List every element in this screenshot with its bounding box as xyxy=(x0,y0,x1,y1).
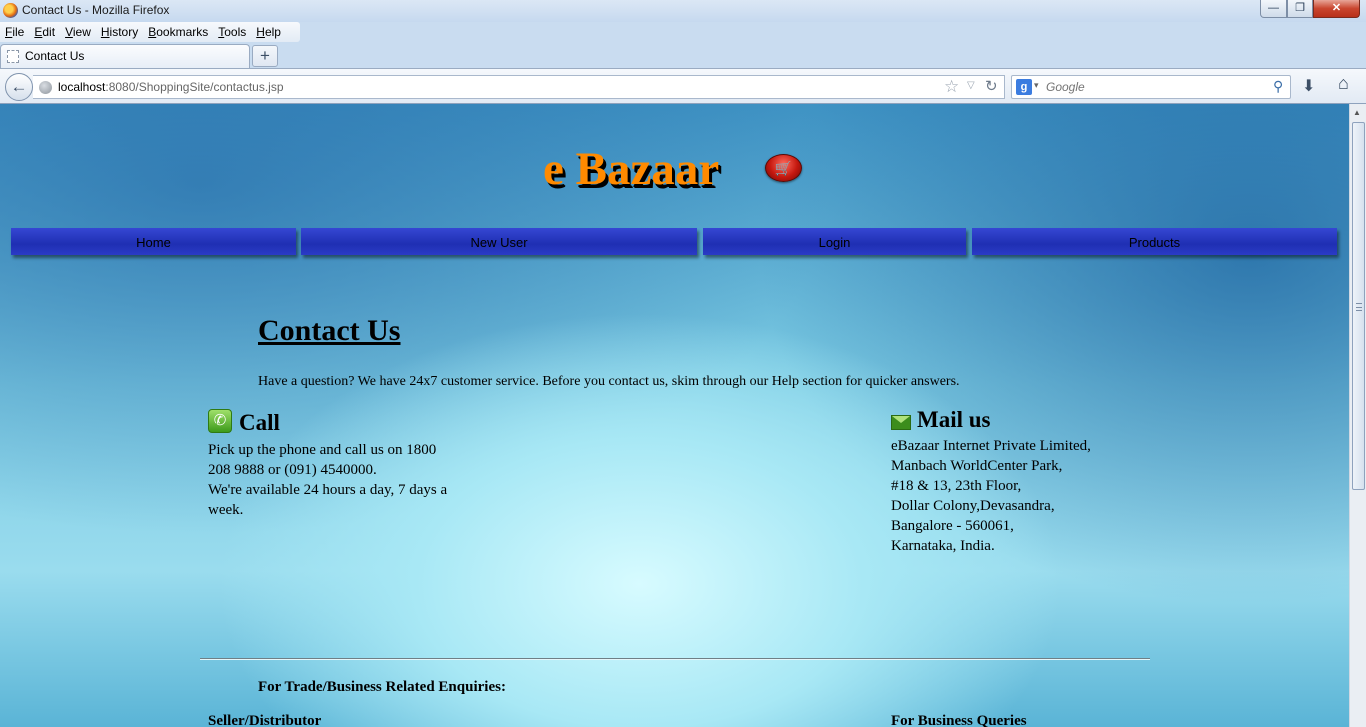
section-divider xyxy=(200,658,1150,660)
call-text: Pick up the phone and call us on 1800 20… xyxy=(208,440,470,520)
address-line: eBazaar Internet Private Limited, xyxy=(891,438,1091,454)
shopping-cart-icon[interactable]: 🛒 xyxy=(765,154,802,182)
home-icon[interactable]: ⌂ xyxy=(1338,73,1349,94)
url-host: localhost xyxy=(58,80,106,94)
call-line: week. xyxy=(208,502,244,518)
seller-distributor-heading: Seller/Distributor xyxy=(208,713,322,727)
menu-edit[interactable]: Edit xyxy=(29,22,60,40)
firefox-icon[interactable] xyxy=(3,3,18,18)
close-button[interactable]: ✕ xyxy=(1313,0,1360,18)
downloads-icon[interactable]: ⬇ xyxy=(1302,76,1315,96)
address-line: #18 & 13, 23th Floor, xyxy=(891,478,1022,494)
url-text[interactable]: localhost:8080/ShoppingSite/contactus.js… xyxy=(58,80,284,94)
menu-history[interactable]: History xyxy=(96,22,143,40)
menu-file[interactable]: File xyxy=(0,22,29,40)
page-title: Contact Us xyxy=(258,314,401,347)
call-line: We're available 24 hours a day, 7 days a xyxy=(208,482,448,498)
google-engine-icon[interactable]: g xyxy=(1016,79,1032,95)
menu-view[interactable]: View xyxy=(60,22,96,40)
trade-enquiries-heading: For Trade/Business Related Enquiries: xyxy=(258,679,506,695)
nav-new-user[interactable]: New User xyxy=(301,228,697,255)
business-queries-heading: For Business Queries xyxy=(891,713,1027,727)
reload-icon[interactable]: ↻ xyxy=(985,77,998,95)
menu-bar: File Edit View History Bookmarks Tools Help xyxy=(0,22,300,42)
navigation-toolbar: ← localhost:8080/ShoppingSite/contactus.… xyxy=(0,68,1366,104)
call-line: Pick up the phone and call us on 1800 xyxy=(208,442,437,458)
minimize-button[interactable]: — xyxy=(1260,0,1287,18)
intro-text: Have a question? We have 24x7 customer s… xyxy=(258,374,960,389)
page-viewport: e Bazaar 🛒 Home New User Login Products … xyxy=(0,104,1349,727)
menu-bookmarks[interactable]: Bookmarks xyxy=(143,22,213,40)
new-tab-button[interactable]: + xyxy=(252,45,278,67)
call-heading: Call xyxy=(239,410,280,435)
mail-address: eBazaar Internet Private Limited, Manbac… xyxy=(891,436,1091,556)
grip-icon xyxy=(1356,303,1362,311)
mail-icon xyxy=(891,415,911,430)
tab-strip: Contact Us + xyxy=(0,44,1366,68)
vertical-scrollbar[interactable]: ▲ xyxy=(1349,104,1366,727)
scrollbar-thumb[interactable] xyxy=(1352,122,1365,490)
mail-heading: Mail us xyxy=(917,407,991,432)
menu-help[interactable]: Help xyxy=(251,22,286,40)
url-path: :8080/ShoppingSite/contactus.jsp xyxy=(105,80,284,94)
bookmark-star-icon[interactable]: ☆ xyxy=(944,77,959,97)
search-bar[interactable]: g ▾ ⚲ xyxy=(1011,75,1291,99)
address-bar[interactable]: localhost:8080/ShoppingSite/contactus.js… xyxy=(33,75,1005,99)
address-line: Karnataka, India. xyxy=(891,538,995,554)
window-titlebar: Contact Us - Mozilla Firefox — ❐ ✕ xyxy=(0,0,1366,22)
nav-home[interactable]: Home xyxy=(11,228,296,255)
search-input[interactable] xyxy=(1046,78,1271,96)
globe-icon xyxy=(39,81,52,94)
maximize-button[interactable]: ❐ xyxy=(1287,0,1313,18)
search-icon[interactable]: ⚲ xyxy=(1273,78,1283,95)
back-button[interactable]: ← xyxy=(5,73,33,101)
chevron-down-icon[interactable]: ▾ xyxy=(1034,80,1039,91)
site-logo: e Bazaar xyxy=(543,143,720,195)
call-line: 208 9888 or (091) 4540000. xyxy=(208,462,377,478)
address-line: Dollar Colony,Devasandra, xyxy=(891,498,1055,514)
address-line: Bangalore - 560061, xyxy=(891,518,1014,534)
history-dropdown-icon[interactable]: ▽ xyxy=(967,80,975,91)
nav-products[interactable]: Products xyxy=(972,228,1337,255)
tab-label: Contact Us xyxy=(25,49,85,63)
scroll-up-icon[interactable]: ▲ xyxy=(1353,108,1361,117)
tab-contact-us[interactable]: Contact Us xyxy=(0,44,250,68)
phone-icon: ✆ xyxy=(208,409,232,433)
window-title: Contact Us - Mozilla Firefox xyxy=(22,3,170,17)
nav-login[interactable]: Login xyxy=(703,228,966,255)
menu-tools[interactable]: Tools xyxy=(213,22,251,40)
blank-page-icon xyxy=(7,50,19,63)
address-line: Manbach WorldCenter Park, xyxy=(891,458,1063,474)
